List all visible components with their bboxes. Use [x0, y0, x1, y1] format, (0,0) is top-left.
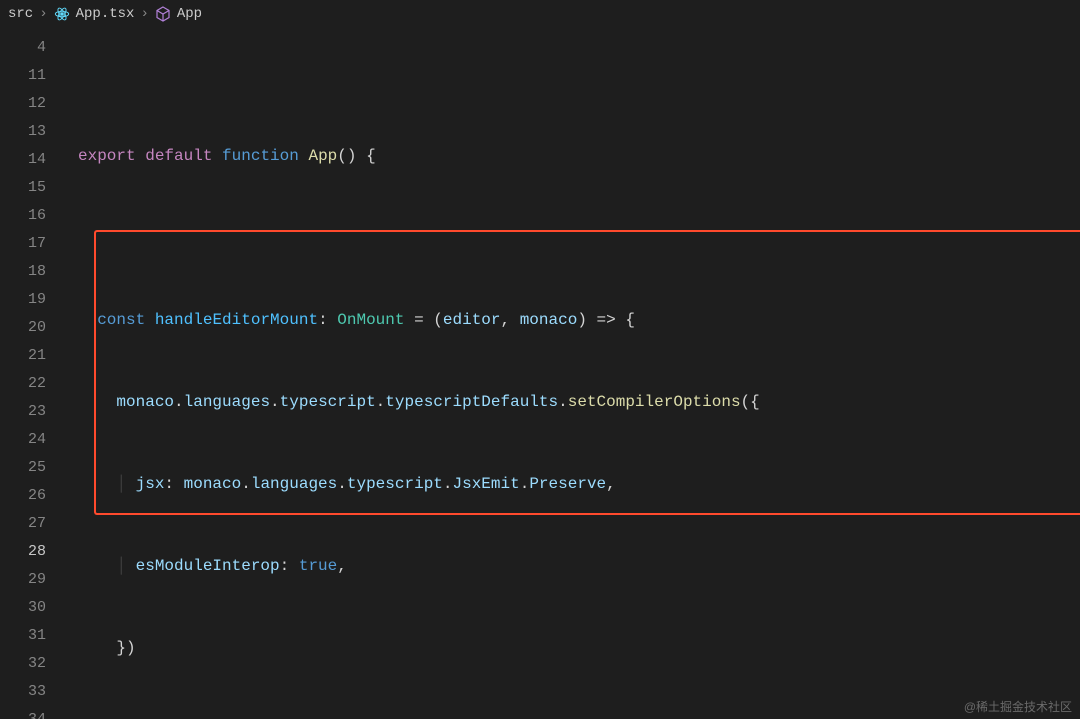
line-number: 31	[0, 622, 64, 650]
code-area[interactable]: export default function App() { const ha…	[64, 28, 1080, 719]
line-number: 20	[0, 314, 64, 342]
line-number-gutter: 4 11 12 13 14 15 16 17 18 19 20 21 22 23…	[0, 28, 64, 719]
line-number: 15	[0, 174, 64, 202]
line-number: 19	[0, 286, 64, 314]
chevron-right-icon: ›	[140, 6, 148, 22]
code-line[interactable]: export default function App() {	[64, 142, 1080, 170]
line-number: 17	[0, 230, 64, 258]
line-number: 32	[0, 650, 64, 678]
line-number: 14	[0, 146, 64, 174]
code-line[interactable]: │ jsx: monaco.languages.typescript.JsxEm…	[64, 470, 1080, 498]
line-number: 13	[0, 118, 64, 146]
line-number: 4	[0, 34, 64, 62]
line-number: 11	[0, 62, 64, 90]
code-line[interactable]: │ esModuleInterop: true,	[64, 552, 1080, 580]
breadcrumb-seg-file[interactable]: App.tsx	[76, 6, 135, 22]
line-number: 24	[0, 426, 64, 454]
line-number: 29	[0, 566, 64, 594]
breadcrumb[interactable]: src › App.tsx › App	[0, 0, 1080, 28]
line-number: 34	[0, 706, 64, 719]
line-number: 21	[0, 342, 64, 370]
react-icon	[54, 6, 70, 22]
watermark: @稀土掘金技术社区	[964, 698, 1072, 715]
line-number: 25	[0, 454, 64, 482]
code-line[interactable]: })	[64, 634, 1080, 662]
breadcrumb-seg-src[interactable]: src	[8, 6, 33, 22]
code-line[interactable]	[64, 224, 1080, 252]
line-number: 23	[0, 398, 64, 426]
code-editor[interactable]: 4 11 12 13 14 15 16 17 18 19 20 21 22 23…	[0, 28, 1080, 719]
chevron-right-icon: ›	[39, 6, 47, 22]
symbol-icon	[155, 6, 171, 22]
code-line[interactable]: monaco.languages.typescript.typescriptDe…	[64, 388, 1080, 416]
line-number: 26	[0, 482, 64, 510]
line-number: 22	[0, 370, 64, 398]
line-number: 33	[0, 678, 64, 706]
line-number: 12	[0, 90, 64, 118]
code-line[interactable]: const handleEditorMount: OnMount = (edit…	[64, 306, 1080, 334]
line-number: 30	[0, 594, 64, 622]
line-number: 18	[0, 258, 64, 286]
line-number: 28	[0, 538, 64, 566]
breadcrumb-seg-symbol[interactable]: App	[177, 6, 202, 22]
line-number: 16	[0, 202, 64, 230]
line-number: 27	[0, 510, 64, 538]
